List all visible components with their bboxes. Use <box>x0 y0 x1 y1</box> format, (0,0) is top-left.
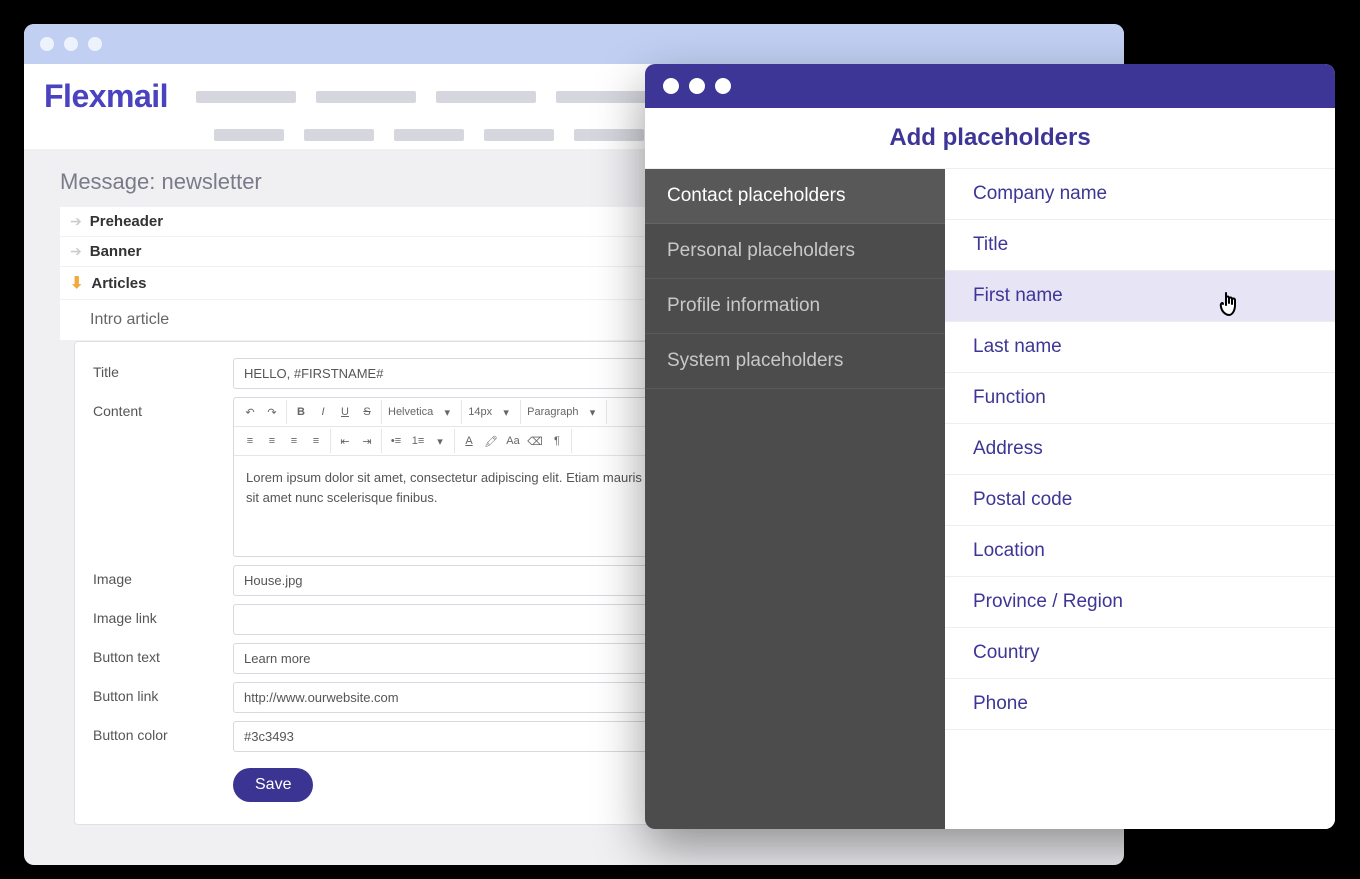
button-color-label: Button color <box>93 721 233 743</box>
placeholder-item[interactable]: Address <box>945 424 1335 475</box>
category-item[interactable]: System placeholders <box>645 334 945 389</box>
image-link-label: Image link <box>93 604 233 626</box>
undo-icon[interactable]: ↶ <box>240 402 260 422</box>
text-color-icon[interactable]: A <box>459 431 479 451</box>
button-text-label: Button text <box>93 643 233 665</box>
category-item[interactable]: Profile information <box>645 279 945 334</box>
content-label: Content <box>93 397 233 419</box>
brand-logo: Flexmail <box>44 78 168 115</box>
placeholder-list: Company nameTitleFirst nameLast nameFunc… <box>945 169 1335 829</box>
category-item[interactable]: Personal placeholders <box>645 224 945 279</box>
window-control-dot[interactable] <box>689 78 705 94</box>
font-size-icon[interactable]: Aa <box>503 431 523 451</box>
window-control-dot[interactable] <box>663 78 679 94</box>
placeholder-item[interactable]: First name <box>945 271 1335 322</box>
size-select[interactable]: 14px <box>466 406 494 418</box>
placeholder-item[interactable]: Last name <box>945 322 1335 373</box>
redo-icon[interactable]: ↷ <box>262 402 282 422</box>
underline-icon[interactable]: U <box>335 402 355 422</box>
intro-article-label: Intro article <box>90 311 169 329</box>
save-button[interactable]: Save <box>233 768 313 802</box>
modal-titlebar <box>645 64 1335 108</box>
placeholder-item[interactable]: Company name <box>945 169 1335 220</box>
modal-title: Add placeholders <box>645 108 1335 169</box>
chevron-down-icon[interactable]: ▾ <box>582 402 602 422</box>
image-label: Image <box>93 565 233 587</box>
placeholder-item[interactable]: Location <box>945 526 1335 577</box>
placeholder-item[interactable]: Title <box>945 220 1335 271</box>
ordered-list-icon[interactable]: 1≡ <box>408 431 428 451</box>
button-link-label: Button link <box>93 682 233 704</box>
window-control-dot[interactable] <box>88 37 102 51</box>
paragraph-icon[interactable]: ¶ <box>547 431 567 451</box>
highlight-icon[interactable]: 🖍 <box>481 431 501 451</box>
placeholder-item[interactable]: Country <box>945 628 1335 679</box>
strike-icon[interactable]: S <box>357 402 377 422</box>
align-center-icon[interactable]: ≡ <box>262 431 282 451</box>
clear-format-icon[interactable]: ⌫ <box>525 431 545 451</box>
arrow-right-icon: ➔ <box>70 243 82 260</box>
editor-titlebar <box>24 24 1124 64</box>
placeholder-item[interactable]: Postal code <box>945 475 1335 526</box>
font-select[interactable]: Helvetica <box>386 406 435 418</box>
placeholder-item[interactable]: Phone <box>945 679 1335 730</box>
align-right-icon[interactable]: ≡ <box>284 431 304 451</box>
format-select[interactable]: Paragraph <box>525 406 580 418</box>
outdent-icon[interactable]: ⇤ <box>335 431 355 451</box>
chevron-down-icon[interactable]: ▾ <box>437 402 457 422</box>
arrow-down-icon: ⬇ <box>70 273 83 293</box>
list-dropdown-icon[interactable]: ▾ <box>430 431 450 451</box>
align-left-icon[interactable]: ≡ <box>240 431 260 451</box>
title-label: Title <box>93 358 233 380</box>
chevron-down-icon[interactable]: ▾ <box>496 402 516 422</box>
window-control-dot[interactable] <box>64 37 78 51</box>
placeholder-categories: Contact placeholdersPersonal placeholder… <box>645 169 945 829</box>
placeholder-item[interactable]: Province / Region <box>945 577 1335 628</box>
arrow-right-icon: ➔ <box>70 213 82 230</box>
italic-icon[interactable]: I <box>313 402 333 422</box>
window-control-dot[interactable] <box>715 78 731 94</box>
unordered-list-icon[interactable]: •≡ <box>386 431 406 451</box>
placeholders-modal: Add placeholders Contact placeholdersPer… <box>645 64 1335 829</box>
category-item[interactable]: Contact placeholders <box>645 169 945 224</box>
window-control-dot[interactable] <box>40 37 54 51</box>
align-justify-icon[interactable]: ≡ <box>306 431 326 451</box>
indent-icon[interactable]: ⇥ <box>357 431 377 451</box>
bold-icon[interactable]: B <box>291 402 311 422</box>
placeholder-item[interactable]: Function <box>945 373 1335 424</box>
